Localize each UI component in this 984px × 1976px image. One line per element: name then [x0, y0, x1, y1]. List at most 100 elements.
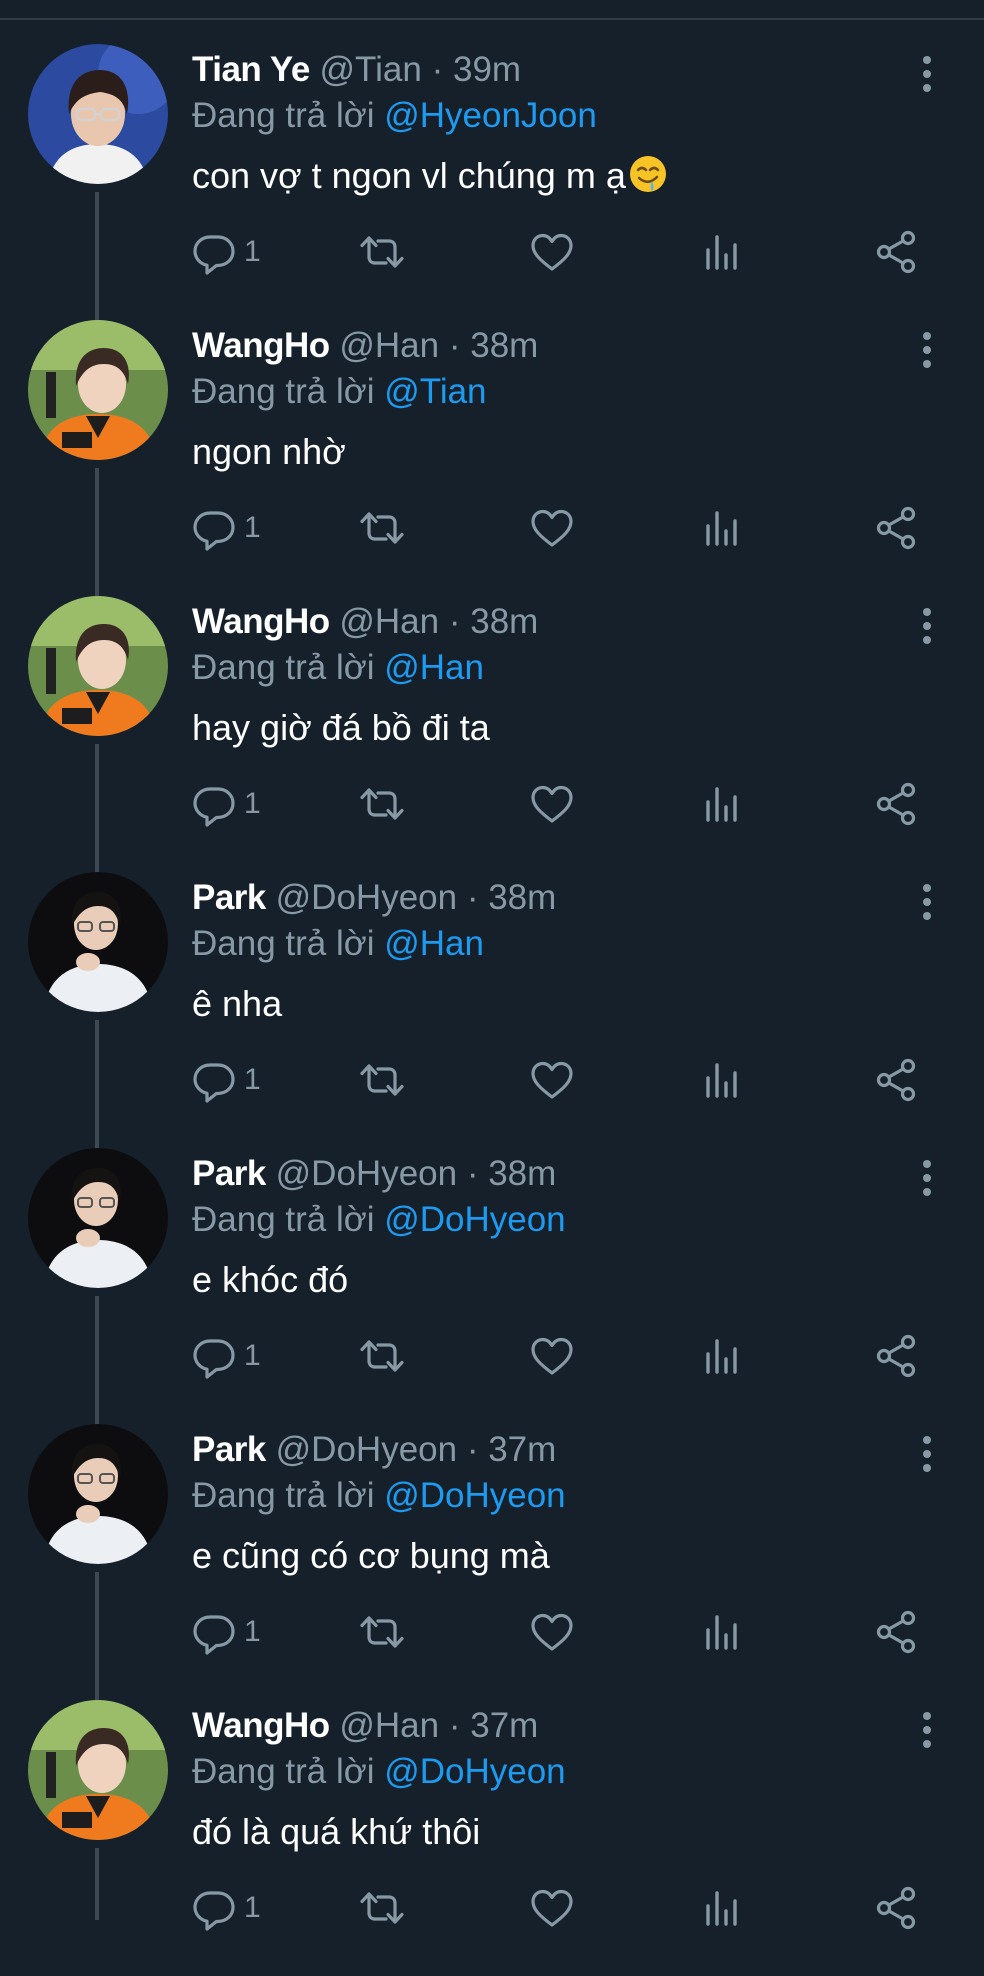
like-button[interactable] — [528, 1880, 576, 1936]
retweet-button[interactable] — [358, 500, 406, 556]
timestamp[interactable]: 38m — [470, 326, 538, 365]
more-vertical-icon[interactable] — [912, 882, 942, 922]
display-name[interactable]: WangHo — [192, 326, 330, 365]
share-button[interactable] — [872, 224, 920, 280]
like-button[interactable] — [528, 224, 576, 280]
display-name[interactable]: Park — [192, 1154, 266, 1193]
separator: · — [466, 1154, 479, 1193]
mention-link[interactable]: @Tian — [384, 372, 486, 411]
share-button[interactable] — [872, 1328, 920, 1384]
retweet-button[interactable] — [358, 1328, 406, 1384]
like-button[interactable] — [528, 1052, 576, 1108]
analytics-button[interactable] — [698, 1880, 746, 1936]
reply-button[interactable]: 1 — [190, 1328, 261, 1384]
share-button[interactable] — [872, 1604, 920, 1660]
timestamp[interactable]: 37m — [470, 1706, 538, 1745]
avatar[interactable] — [28, 596, 168, 736]
analytics-button[interactable] — [698, 1328, 746, 1384]
timestamp[interactable]: 38m — [488, 1154, 556, 1193]
reply-button[interactable]: 1 — [190, 1880, 261, 1936]
handle[interactable]: @DoHyeon — [276, 1430, 457, 1469]
analytics-button[interactable] — [698, 1604, 746, 1660]
more-vertical-icon[interactable] — [912, 1158, 942, 1198]
reply-button[interactable]: 1 — [190, 500, 261, 556]
like-button[interactable] — [528, 776, 576, 832]
retweet-button[interactable] — [358, 1052, 406, 1108]
analytics-button[interactable] — [698, 1052, 746, 1108]
analytics-bars-icon — [698, 504, 746, 552]
tweet[interactable]: Park @DoHyeon · 38m Đang trả lời @DoHyeo… — [0, 1148, 984, 1424]
retweet-icon — [358, 1608, 406, 1656]
retweet-button[interactable] — [358, 1880, 406, 1936]
tweet[interactable]: Tian Ye @Tian · 39m Đang trả lời @HyeonJ… — [0, 44, 984, 320]
separator: · — [431, 50, 444, 89]
share-button[interactable] — [872, 1880, 920, 1936]
tweet-actions: 1 — [190, 500, 930, 556]
analytics-bars-icon — [698, 1884, 746, 1932]
mention-link[interactable]: @DoHyeon — [384, 1752, 565, 1791]
handle[interactable]: @Han — [339, 602, 439, 641]
handle[interactable]: @Tian — [320, 50, 422, 89]
retweet-button[interactable] — [358, 224, 406, 280]
more-vertical-icon[interactable] — [912, 606, 942, 646]
avatar[interactable] — [28, 872, 168, 1012]
tweet[interactable]: WangHo @Han · 38m Đang trả lời @Tian ngo… — [0, 320, 984, 596]
more-vertical-icon[interactable] — [912, 54, 942, 94]
analytics-button[interactable] — [698, 500, 746, 556]
timestamp[interactable]: 38m — [470, 602, 538, 641]
tweet[interactable]: Park @DoHyeon · 37m Đang trả lời @DoHyeo… — [0, 1424, 984, 1700]
more-vertical-icon[interactable] — [912, 1434, 942, 1474]
tweet[interactable]: WangHo @Han · 37m Đang trả lời @DoHyeon … — [0, 1700, 984, 1976]
tweet[interactable]: WangHo @Han · 38m Đang trả lời @Han hay … — [0, 596, 984, 872]
replying-to: Đang trả lời @DoHyeon — [192, 1750, 566, 1794]
like-button[interactable] — [528, 1604, 576, 1660]
share-button[interactable] — [872, 1052, 920, 1108]
tweet-text-content: con vợ t ngon vl chúng m ạ — [192, 155, 626, 196]
like-button[interactable] — [528, 500, 576, 556]
display-name[interactable]: WangHo — [192, 1706, 330, 1745]
handle[interactable]: @Han — [339, 1706, 439, 1745]
share-button[interactable] — [872, 500, 920, 556]
reply-bubble-icon — [190, 1608, 238, 1656]
reply-button[interactable]: 1 — [190, 776, 261, 832]
retweet-icon — [358, 1056, 406, 1104]
handle[interactable]: @DoHyeon — [276, 878, 457, 917]
avatar[interactable] — [28, 44, 168, 184]
reply-button[interactable]: 1 — [190, 1052, 261, 1108]
avatar[interactable] — [28, 1700, 168, 1840]
display-name[interactable]: Tian Ye — [192, 50, 310, 89]
avatar-image — [28, 1424, 168, 1564]
mention-link[interactable]: @DoHyeon — [384, 1200, 565, 1239]
avatar[interactable] — [28, 1148, 168, 1288]
drooling-face-emoji — [629, 156, 666, 192]
display-name[interactable]: Park — [192, 878, 266, 917]
mention-link[interactable]: @Han — [384, 648, 484, 687]
like-button[interactable] — [528, 1328, 576, 1384]
more-vertical-icon[interactable] — [912, 1710, 942, 1750]
top-divider — [0, 18, 984, 20]
more-vertical-icon[interactable] — [912, 330, 942, 370]
reply-button[interactable]: 1 — [190, 1604, 261, 1660]
avatar[interactable] — [28, 320, 168, 460]
reply-count: 1 — [244, 511, 261, 544]
timestamp[interactable]: 39m — [453, 50, 521, 89]
retweet-button[interactable] — [358, 776, 406, 832]
separator: · — [448, 1706, 461, 1745]
display-name[interactable]: WangHo — [192, 602, 330, 641]
share-button[interactable] — [872, 776, 920, 832]
handle[interactable]: @Han — [339, 326, 439, 365]
analytics-button[interactable] — [698, 776, 746, 832]
mention-link[interactable]: @Han — [384, 924, 484, 963]
reply-button[interactable]: 1 — [190, 224, 261, 280]
mention-link[interactable]: @DoHyeon — [384, 1476, 565, 1515]
timestamp[interactable]: 38m — [488, 878, 556, 917]
retweet-button[interactable] — [358, 1604, 406, 1660]
tweet[interactable]: Park @DoHyeon · 38m Đang trả lời @Han ê … — [0, 872, 984, 1148]
retweet-icon — [358, 504, 406, 552]
mention-link[interactable]: @HyeonJoon — [384, 96, 597, 135]
analytics-button[interactable] — [698, 224, 746, 280]
display-name[interactable]: Park — [192, 1430, 266, 1469]
handle[interactable]: @DoHyeon — [276, 1154, 457, 1193]
timestamp[interactable]: 37m — [488, 1430, 556, 1469]
avatar[interactable] — [28, 1424, 168, 1564]
